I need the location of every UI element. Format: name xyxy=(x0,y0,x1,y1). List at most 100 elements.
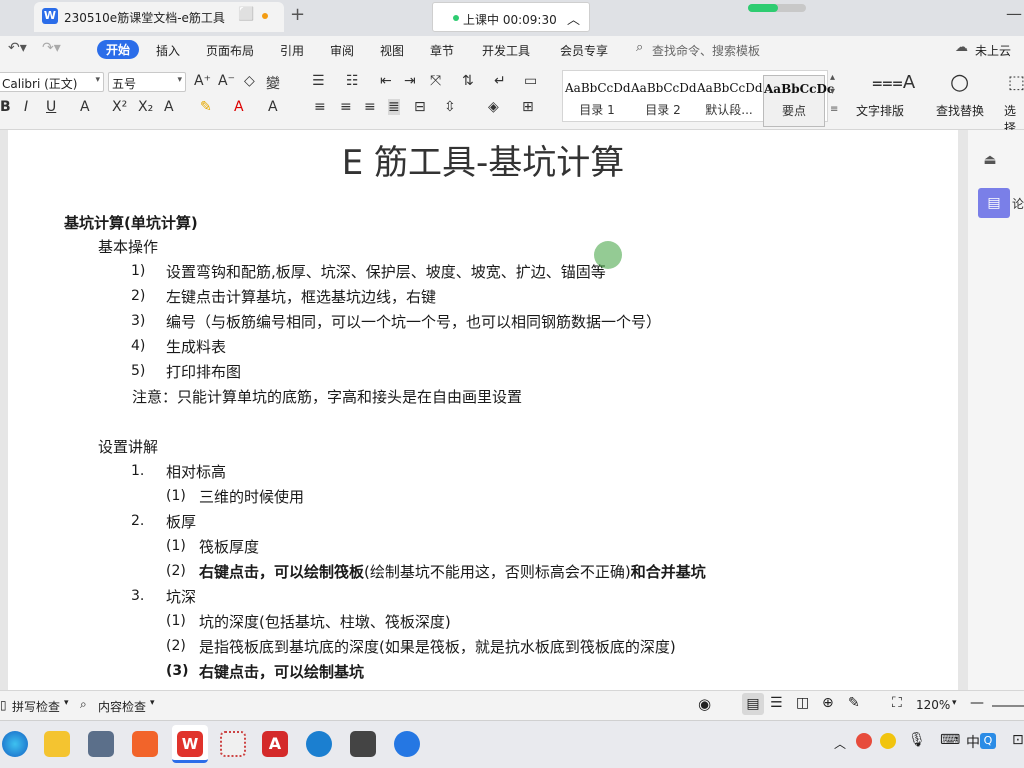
align-center-icon[interactable]: ≡ xyxy=(340,99,352,115)
text-layout-icon[interactable]: ⩶A xyxy=(872,72,915,93)
edge-browser-icon[interactable] xyxy=(2,731,28,757)
qq-tray-icon[interactable] xyxy=(880,733,896,749)
superscript-icon[interactable]: X² xyxy=(112,99,127,115)
ruler-icon[interactable]: ▭ xyxy=(524,73,537,89)
phonetic-icon[interactable]: 變 xyxy=(266,73,280,93)
sort-icon[interactable]: ⇅ xyxy=(462,73,474,89)
styles-expand-icon[interactable]: ≡ xyxy=(830,104,838,115)
file-explorer-icon[interactable] xyxy=(44,731,70,757)
undo-icon[interactable]: ↶▾ xyxy=(8,40,27,56)
ime-icon[interactable]: 中 xyxy=(966,732,980,752)
paper-icon[interactable]: ▤ xyxy=(978,188,1010,218)
find-replace-button[interactable]: 查找替换 xyxy=(936,102,984,119)
decrease-indent-icon[interactable]: ⇤ xyxy=(380,73,392,89)
subscript-icon[interactable]: X₂ xyxy=(138,99,153,115)
keyboard-tray-icon[interactable]: ⌨ xyxy=(940,732,960,748)
menu-view[interactable]: 视图 xyxy=(380,42,404,59)
font-size-select[interactable]: 五号 ▾ xyxy=(108,72,186,92)
collapse-panel-icon[interactable]: ⏏ xyxy=(978,152,1002,176)
bold-icon[interactable]: B xyxy=(0,99,11,115)
eye-protect-icon[interactable]: ◉ xyxy=(698,695,711,713)
paper-label[interactable]: 论 xyxy=(1012,195,1024,212)
italic-icon[interactable]: I xyxy=(24,99,28,115)
outline-view-icon[interactable]: ☰ xyxy=(770,695,783,711)
tab-window-icon[interactable]: ⬜ xyxy=(238,7,254,22)
menu-member[interactable]: 会员专享 xyxy=(560,42,608,59)
menu-developer[interactable]: 开发工具 xyxy=(482,42,530,59)
web-view-icon[interactable]: ⊕ xyxy=(822,695,834,711)
styles-scroll-down-icon[interactable]: ▾ xyxy=(830,86,835,97)
justify-icon[interactable]: ≣ xyxy=(388,99,400,115)
live-class-indicator[interactable]: 上课中 00:09:30 ︿ xyxy=(432,2,590,32)
text-effect-icon[interactable]: A xyxy=(164,99,174,115)
style-default[interactable]: AaBbCcDd 默认段... xyxy=(697,75,763,127)
network-icon[interactable]: ⊡ xyxy=(1012,732,1024,748)
zoom-level[interactable]: 120% xyxy=(916,698,950,712)
write-mode-icon[interactable]: ✎ xyxy=(848,695,860,711)
content-check-icon[interactable]: ⌕ xyxy=(80,697,87,712)
menu-references[interactable]: 引用 xyxy=(280,42,304,59)
menu-review[interactable]: 审阅 xyxy=(330,42,354,59)
style-toc1[interactable]: AaBbCcDd 目录 1 xyxy=(565,75,631,127)
text-layout-button[interactable]: 文字排版 xyxy=(856,102,904,119)
chinese-layout-icon[interactable]: ⤧ xyxy=(430,73,441,89)
page-view-icon[interactable]: ▤ xyxy=(742,693,764,715)
menu-page-layout[interactable]: 页面布局 xyxy=(206,42,254,59)
strikethrough-icon[interactable]: A xyxy=(80,99,90,115)
cloud-icon[interactable]: ☁ xyxy=(955,40,968,55)
distributed-icon[interactable]: ⊟ xyxy=(414,99,426,115)
font-color-icon[interactable]: A xyxy=(234,99,244,115)
style-toc2[interactable]: AaBbCcDd 目录 2 xyxy=(631,75,697,127)
line-spacing-icon[interactable]: ⇳ xyxy=(444,99,456,115)
minimize-icon[interactable]: — xyxy=(1006,4,1022,23)
zoom-slider[interactable] xyxy=(992,705,1024,707)
microphone-icon[interactable]: 🎙 xyxy=(908,732,926,748)
wps-taskbar-button[interactable]: W xyxy=(172,725,208,763)
show-marks-icon[interactable]: ↵ xyxy=(494,73,506,89)
live-class-app-icon[interactable] xyxy=(394,731,420,757)
highlight-icon[interactable]: ✎ xyxy=(200,99,212,115)
spell-check-button[interactable]: 拼写检查 xyxy=(12,698,60,715)
zoom-out-icon[interactable]: — xyxy=(970,695,984,711)
command-search[interactable]: 查找命令、搜索模板 xyxy=(652,42,760,59)
autocad-icon[interactable]: A xyxy=(262,731,288,757)
document-tab[interactable]: W 230510e筋课堂文档-e筋工具 ⬜ xyxy=(34,2,284,32)
menu-home[interactable]: 开始 xyxy=(97,40,140,59)
content-check-button[interactable]: 内容检查 xyxy=(98,698,146,715)
menu-chapter[interactable]: 章节 xyxy=(430,42,454,59)
redo-icon[interactable]: ↷▾ xyxy=(42,40,61,56)
grow-font-icon[interactable]: A⁺ xyxy=(194,73,211,89)
meeting-app-icon[interactable] xyxy=(350,731,376,757)
menu-insert[interactable]: 插入 xyxy=(156,42,180,59)
network-app-icon[interactable] xyxy=(306,731,332,757)
chevron-down-icon[interactable]: ▾ xyxy=(952,698,957,708)
find-icon[interactable]: ○ xyxy=(950,70,969,95)
style-key-point[interactable]: AaBbCcDc 要点 xyxy=(763,75,834,127)
chevron-down-icon[interactable]: ▾ xyxy=(150,698,155,708)
fit-page-icon[interactable]: ⛶ xyxy=(892,695,902,711)
bullet-list-icon[interactable]: ☰ xyxy=(312,73,325,89)
char-border-icon[interactable]: A xyxy=(268,99,278,115)
increase-indent-icon[interactable]: ⇥ xyxy=(404,73,416,89)
tray-expand-icon[interactable]: ︿ xyxy=(834,735,846,752)
font-name-select[interactable]: Calibri (正文) ▾ xyxy=(0,72,104,92)
clear-format-icon[interactable]: ◇ xyxy=(244,73,255,89)
calculator-icon[interactable] xyxy=(88,731,114,757)
select-icon[interactable]: ⬚ xyxy=(1008,72,1024,93)
numbered-list-icon[interactable]: ☷ xyxy=(346,73,359,89)
shading-icon[interactable]: ◈ xyxy=(488,99,499,115)
chevron-up-icon[interactable]: ︿ xyxy=(567,9,580,28)
media-player-icon[interactable] xyxy=(132,731,158,757)
spell-check-icon[interactable]: ▯ xyxy=(0,698,7,712)
styles-scroll-up-icon[interactable]: ▴ xyxy=(830,72,835,83)
search-icon[interactable]: ⌕ xyxy=(636,40,643,55)
new-tab-button[interactable]: + xyxy=(290,4,305,25)
qq-icon[interactable]: Q xyxy=(980,733,996,749)
align-right-icon[interactable]: ≡ xyxy=(364,99,376,115)
color-app-icon[interactable] xyxy=(220,731,246,757)
borders-icon[interactable]: ⊞ xyxy=(522,99,534,115)
cloud-status[interactable]: 未上云 xyxy=(975,42,1011,59)
shrink-font-icon[interactable]: A⁻ xyxy=(218,73,235,89)
read-mode-icon[interactable]: ◫ xyxy=(796,695,809,711)
align-left-icon[interactable]: ≡ xyxy=(314,99,326,115)
